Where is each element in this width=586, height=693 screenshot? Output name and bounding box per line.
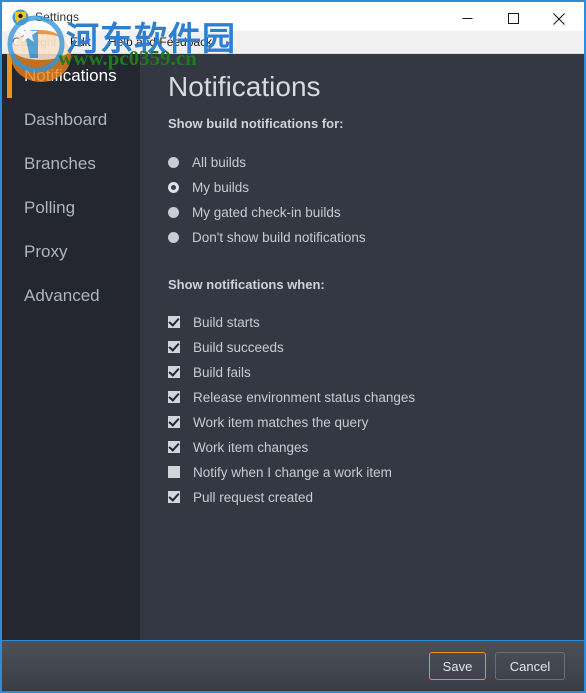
- radio-icon: [168, 206, 179, 218]
- sidebar-item-proxy[interactable]: Proxy: [2, 230, 140, 274]
- radio-option-my-gated-check-in-builds[interactable]: My gated check-in builds: [168, 203, 341, 221]
- radio-icon: [168, 156, 179, 168]
- checkbox-label: Work item changes: [193, 439, 309, 455]
- page-title: Notifications: [168, 71, 321, 102]
- selection-indicator: [7, 98, 12, 142]
- sidebar: Notifications Dashboard Branches Polling…: [2, 54, 140, 640]
- sidebar-item-dashboard[interactable]: Dashboard: [2, 98, 140, 142]
- checkbox-label: Release environment status changes: [193, 389, 416, 405]
- menu-item-catlight[interactable]: CatLight: [12, 35, 57, 49]
- checkbox-label: Pull request created: [193, 489, 314, 505]
- content-panel: Notifications Show build notifications f…: [140, 54, 584, 640]
- checkbox-icon: [168, 491, 180, 503]
- radio-label: My builds: [192, 179, 250, 195]
- menu-bar: CatLight Edit Help and Feedback: [2, 31, 584, 54]
- radio-icon: [168, 181, 179, 193]
- checkbox-option-release-environment-status-changes[interactable]: Release environment status changes: [168, 388, 415, 406]
- sidebar-item-label: Notifications: [24, 66, 117, 85]
- radio-option-my-builds[interactable]: My builds: [168, 178, 249, 196]
- selection-indicator: [7, 186, 12, 230]
- checkbox-label: Build succeeds: [193, 339, 284, 355]
- radio-label: Don't show build notifications: [192, 229, 366, 245]
- radio-option-dont-show-build-notifications[interactable]: Don't show build notifications: [168, 228, 366, 246]
- checkbox-icon: [168, 391, 180, 403]
- sidebar-item-polling[interactable]: Polling: [2, 186, 140, 230]
- show-notifications-when-heading: Show notifications when:: [168, 277, 325, 292]
- sidebar-item-label: Dashboard: [24, 110, 108, 129]
- sidebar-item-advanced[interactable]: Advanced: [2, 274, 140, 318]
- cancel-button[interactable]: Cancel: [495, 652, 565, 680]
- settings-window: Settings CatLight Edit Help and Feedback: [0, 0, 586, 693]
- radio-icon: [168, 231, 179, 243]
- checkbox-icon: [168, 316, 180, 328]
- menu-item-help-and-feedback[interactable]: Help and Feedback: [108, 35, 212, 49]
- checkbox-label: Build starts: [193, 314, 260, 330]
- menu-item-edit[interactable]: Edit: [70, 35, 91, 49]
- checkbox-icon: [168, 366, 180, 378]
- sidebar-item-label: Polling: [24, 198, 76, 217]
- selection-indicator: [7, 274, 12, 318]
- checkbox-option-build-starts[interactable]: Build starts: [168, 313, 260, 331]
- footer-bar: Save Cancel: [2, 640, 584, 690]
- checkbox-icon: [168, 466, 180, 478]
- selection-indicator: [7, 230, 12, 274]
- close-button[interactable]: [536, 4, 582, 33]
- sidebar-item-label: Advanced: [24, 286, 100, 305]
- window-title: Settings: [35, 10, 80, 24]
- sidebar-item-label: Proxy: [24, 242, 68, 261]
- minimize-button[interactable]: [444, 4, 490, 33]
- checkbox-label: Build fails: [193, 364, 251, 380]
- close-icon: [553, 12, 565, 25]
- checkbox-option-build-succeeds[interactable]: Build succeeds: [168, 338, 284, 356]
- title-bar: Settings: [2, 0, 584, 33]
- build-notifications-heading: Show build notifications for:: [168, 116, 344, 131]
- checkbox-icon: [168, 416, 180, 428]
- app-body: Notifications Dashboard Branches Polling…: [2, 54, 584, 690]
- save-button[interactable]: Save: [429, 652, 486, 680]
- sidebar-item-branches[interactable]: Branches: [2, 142, 140, 186]
- checkbox-icon: [168, 441, 180, 453]
- radio-option-all-builds[interactable]: All builds: [168, 153, 246, 171]
- checkbox-option-work-item-matches-the-query[interactable]: Work item matches the query: [168, 413, 368, 431]
- checkbox-label: Work item matches the query: [193, 414, 369, 430]
- radio-label: All builds: [192, 154, 247, 170]
- checkbox-option-pull-request-created[interactable]: Pull request created: [168, 488, 313, 506]
- checkbox-option-notify-when-i-change-a-work-item[interactable]: Notify when I change a work item: [168, 463, 392, 481]
- sidebar-item-label: Branches: [24, 154, 96, 173]
- app-icon: [12, 9, 29, 26]
- checkbox-label: Notify when I change a work item: [193, 464, 392, 480]
- checkbox-option-build-fails[interactable]: Build fails: [168, 363, 251, 381]
- maximize-button[interactable]: [490, 4, 536, 33]
- checkbox-icon: [168, 341, 180, 353]
- maximize-icon: [507, 13, 519, 24]
- selection-indicator: [7, 142, 12, 186]
- selection-indicator: [7, 54, 12, 98]
- checkbox-option-work-item-changes[interactable]: Work item changes: [168, 438, 308, 456]
- minimize-icon: [462, 18, 472, 19]
- radio-label: My gated check-in builds: [192, 204, 341, 220]
- sidebar-item-notifications[interactable]: Notifications: [2, 54, 140, 98]
